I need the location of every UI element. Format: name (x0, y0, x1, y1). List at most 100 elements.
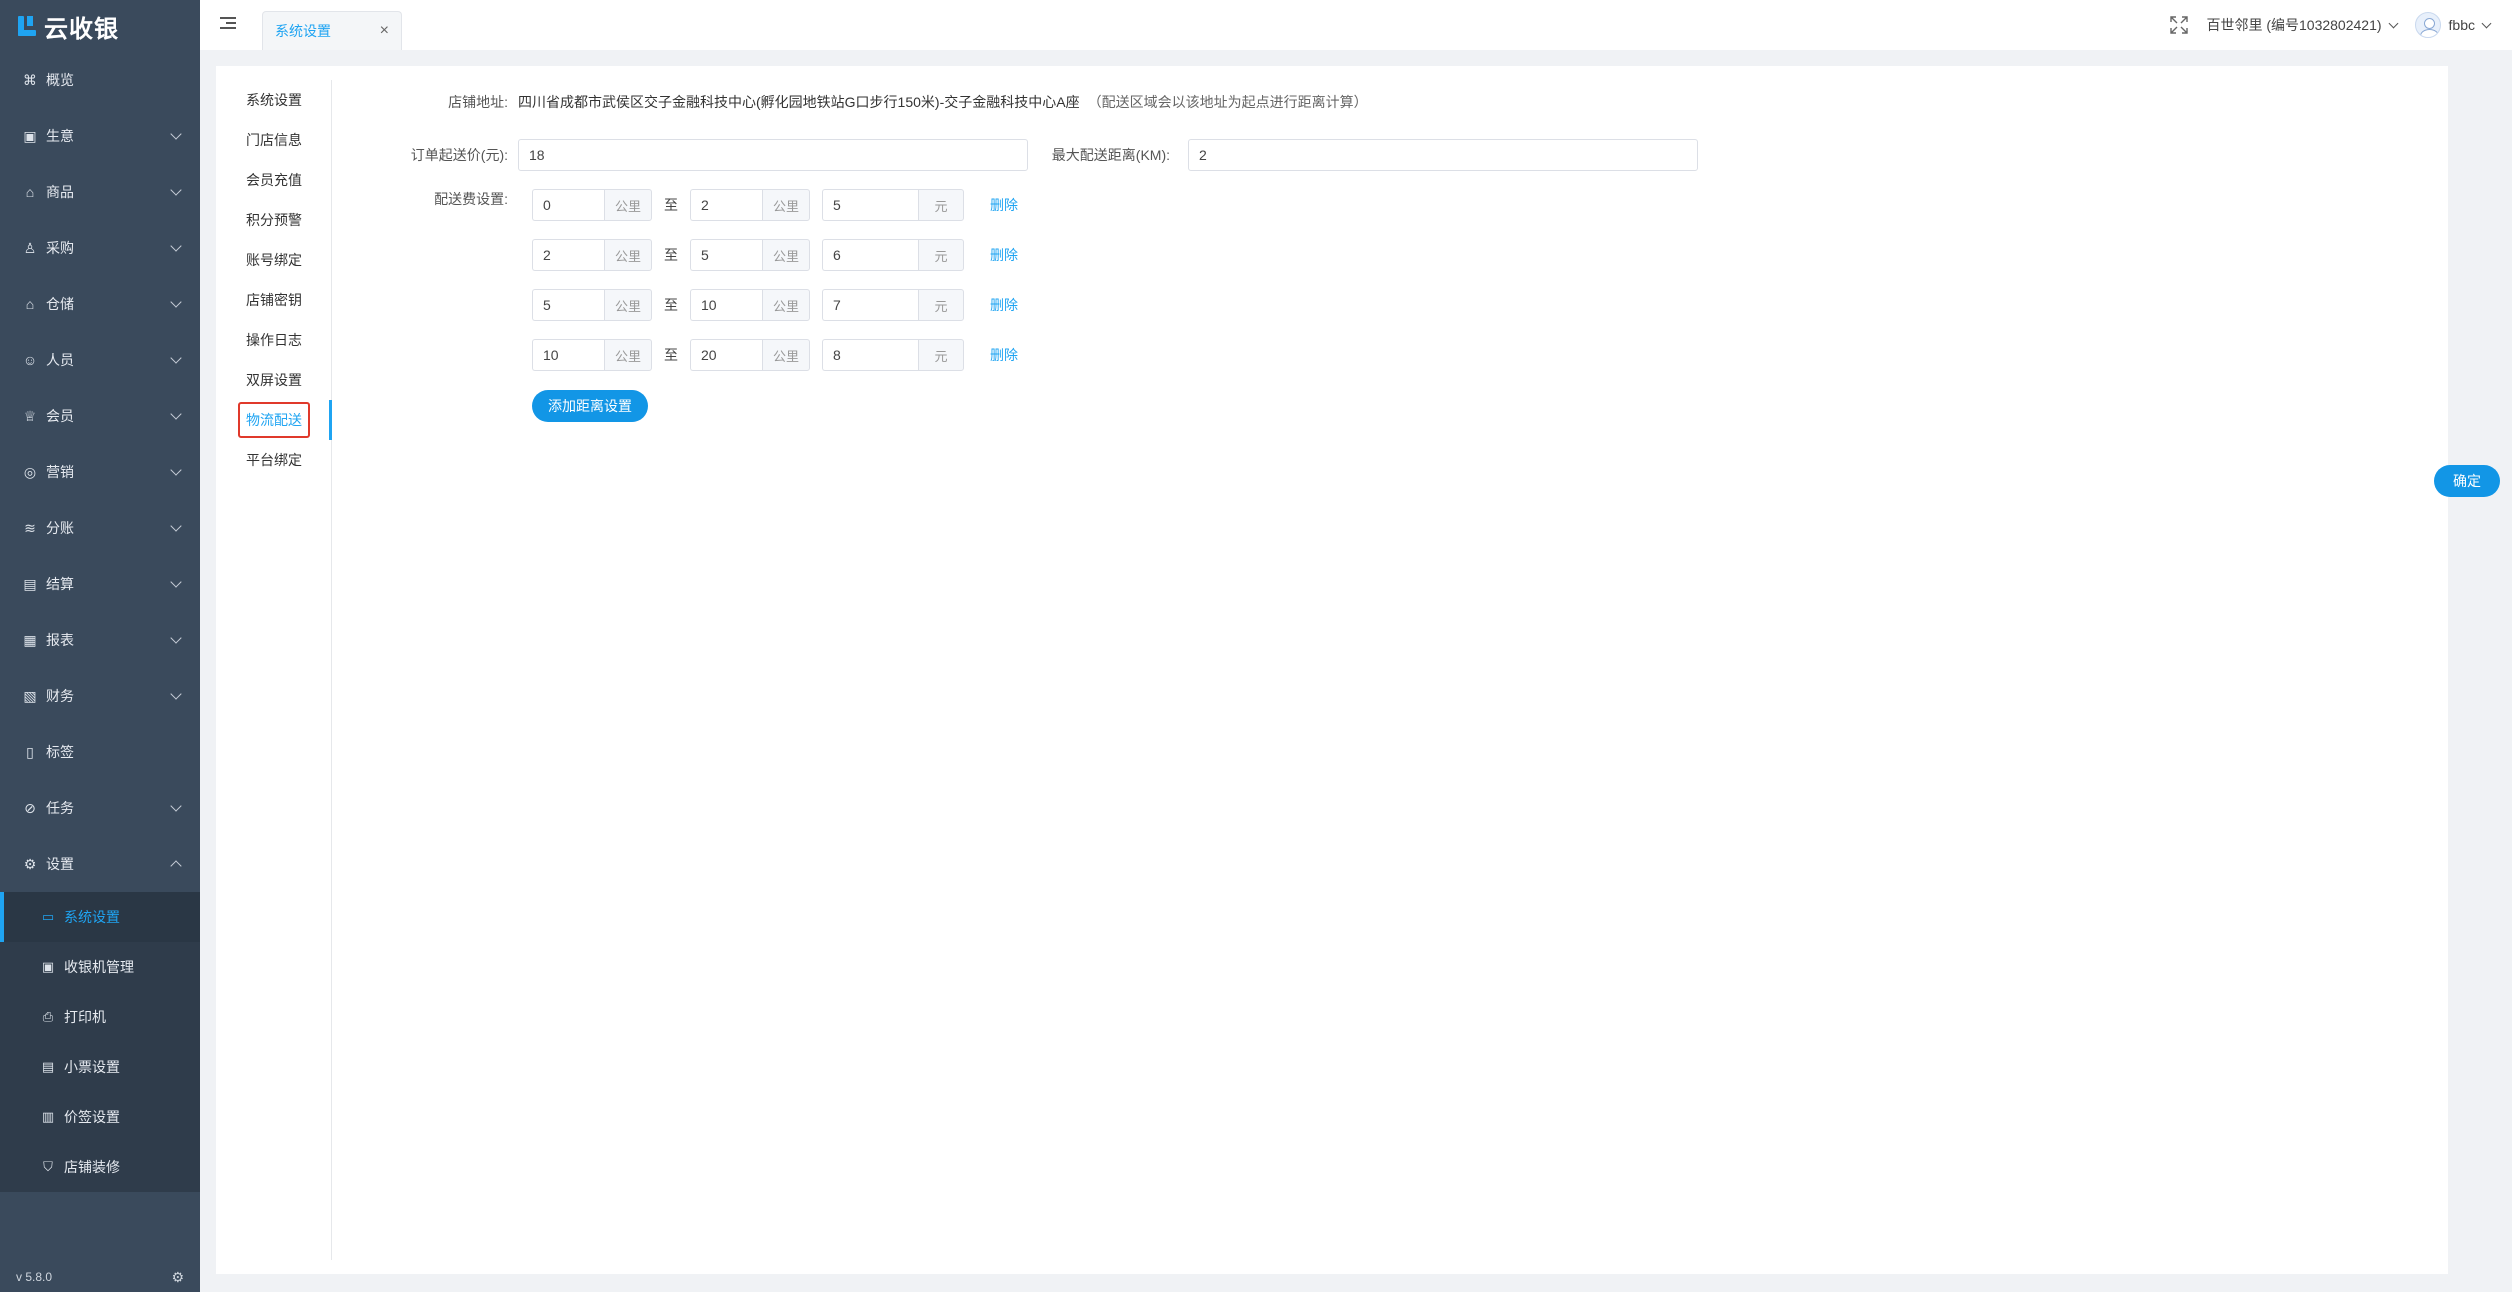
fee-input[interactable]: 8 (822, 339, 918, 371)
confirm-button[interactable]: 确定 (2434, 465, 2500, 497)
sidebar-item-split[interactable]: ≋ 分账 (0, 500, 200, 556)
app-logo[interactable]: 云收银 (0, 0, 200, 52)
sidebar-subitem-monitor[interactable]: ▭ 系统设置 (0, 892, 200, 942)
store-selector[interactable]: 百世邻里 (编号1032802421) (2206, 15, 2398, 35)
delete-link[interactable]: 删除 (990, 245, 1018, 265)
sidebar-item-staff[interactable]: ☺ 人员 (0, 332, 200, 388)
version-text: v 5.8.0 (16, 1270, 53, 1284)
close-icon[interactable]: × (380, 22, 389, 40)
sidebar-item-finance[interactable]: ▧ 财务 (0, 668, 200, 724)
from-km-input[interactable]: 5 (532, 289, 604, 321)
sidebar-item-purchase[interactable]: ♙ 采购 (0, 220, 200, 276)
sidebar-item-goods[interactable]: ⌂ 商品 (0, 164, 200, 220)
main-menu: ⌘ 概览 ▣ 生意 ⌂ 商品 ♙ 采购 ⌂ 仓储 ☺ 人员 ♕ 会员 ◎ 营销 ≋ 分账 ▤ 结算 ▦ 报表 ▧ 财务 ▯ 标签 ⊘… (0, 52, 200, 1192)
delete-link[interactable]: 删除 (990, 195, 1018, 215)
fee-field[interactable]: 5元 (822, 189, 964, 221)
to-km-input[interactable]: 2 (690, 189, 762, 221)
sidebar-item-business[interactable]: ▣ 生意 (0, 108, 200, 164)
business-icon: ▣ (23, 127, 37, 144)
sidebar-subitem-printer[interactable]: ⎙ 打印机 (0, 992, 200, 1042)
sidebar-item-label: 标签 (46, 744, 74, 760)
settings-sub-nav: 系统设置门店信息会员充值 积分预警 账号绑定店铺密钥操作日志双屏设置物流配送 平台绑定 (216, 80, 332, 1260)
fee-input[interactable]: 7 (822, 289, 918, 321)
menu-collapse-icon[interactable] (220, 17, 236, 31)
sidebar-item-marketing[interactable]: ◎ 营销 (0, 444, 200, 500)
fee-field[interactable]: 7元 (822, 289, 964, 321)
from-km-input[interactable]: 0 (532, 189, 604, 221)
from-km-field[interactable]: 0 公里 (532, 189, 652, 221)
subnav-item[interactable]: 积分预警 (216, 200, 331, 240)
sidebar-item-task[interactable]: ⊘ 任务 (0, 780, 200, 836)
fee-field[interactable]: 8元 (822, 339, 964, 371)
fee-row: 2 公里至 5 公里 6 元删除 (532, 239, 1018, 271)
min-price-input[interactable]: 18 (518, 139, 1028, 171)
tag-icon: ▯ (26, 743, 34, 760)
gear-icon[interactable]: ⚙ (171, 1269, 184, 1286)
chevron-down-icon (170, 240, 182, 252)
km-unit: 公里 (762, 289, 810, 321)
km-unit: 公里 (604, 189, 652, 221)
sidebar-item-tag[interactable]: ▯ 标签 (0, 724, 200, 780)
to-km-field[interactable]: 20 公里 (690, 339, 810, 371)
sidebar-subitem-label: 系统设置 (64, 909, 120, 925)
delete-link[interactable]: 删除 (990, 345, 1018, 365)
subnav-item[interactable]: 门店信息 (216, 120, 331, 160)
fee-input[interactable]: 5 (822, 189, 918, 221)
subnav-item[interactable]: 会员充值 (216, 160, 331, 200)
subnav-item[interactable]: 平台绑定 (216, 440, 331, 480)
sidebar-subitem-decorate[interactable]: ⛉ 店铺装修 (0, 1142, 200, 1192)
sidebar-item-settings[interactable]: ⚙ 设置 (0, 836, 200, 892)
from-km-field[interactable]: 10 公里 (532, 339, 652, 371)
subnav-item-label: 系统设置 (246, 92, 302, 108)
delete-link[interactable]: 删除 (990, 295, 1018, 315)
sidebar: 云收银 ⌘ 概览 ▣ 生意 ⌂ 商品 ♙ 采购 ⌂ 仓储 ☺ 人员 ♕ 会员 ◎ 营销 ≋ 分账 ▤ 结算 ▦ 报表 ▧ 财务… (0, 0, 200, 1292)
sidebar-item-dashboard[interactable]: ⌘ 概览 (0, 52, 200, 108)
sidebar-item-report[interactable]: ▦ 报表 (0, 612, 200, 668)
avatar (2414, 12, 2441, 38)
to-km-input[interactable]: 10 (690, 289, 762, 321)
subnav-item-label: 店铺密钥 (246, 292, 302, 308)
subnav-item[interactable]: 账号绑定 (216, 240, 331, 280)
fullscreen-icon[interactable] (2170, 16, 2189, 34)
tab-system-settings[interactable]: 系统设置 × (262, 11, 402, 50)
address-value: 四川省成都市武侯区交子金融科技中心(孵化园地铁站G口步行150米)-交子金融科技… (518, 94, 1080, 110)
to-km-field[interactable]: 2 公里 (690, 189, 810, 221)
user-menu[interactable]: fbbc (2414, 12, 2492, 38)
sidebar-item-warehouse[interactable]: ⌂ 仓储 (0, 276, 200, 332)
subnav-item-label: 门店信息 (246, 132, 302, 148)
sidebar-subitem-label: 收银机管理 (64, 959, 134, 975)
max-distance-input[interactable]: 2 (1188, 139, 1698, 171)
sidebar-subitem-cashier[interactable]: ▣ 收银机管理 (0, 942, 200, 992)
subnav-item[interactable]: 操作日志 (216, 320, 331, 360)
to-km-input[interactable]: 20 (690, 339, 762, 371)
from-km-input[interactable]: 10 (532, 339, 604, 371)
subnav-item-label: 双屏设置 (246, 372, 302, 388)
sidebar-subitem-receipt[interactable]: ▤ 小票设置 (0, 1042, 200, 1092)
sidebar-item-label: 营销 (46, 464, 74, 480)
decorate-icon: ⛉ (43, 1159, 53, 1174)
km-unit: 公里 (604, 239, 652, 271)
subnav-item[interactable]: 店铺密钥 (216, 280, 331, 320)
subnav-item[interactable]: 双屏设置 (216, 360, 331, 400)
settings-icon: ⚙ (23, 855, 37, 872)
from-km-field[interactable]: 5 公里 (532, 289, 652, 321)
from-km-field[interactable]: 2 公里 (532, 239, 652, 271)
sidebar-item-settlement[interactable]: ▤ 结算 (0, 556, 200, 612)
to-km-field[interactable]: 10 公里 (690, 289, 810, 321)
sidebar-item-member[interactable]: ♕ 会员 (0, 388, 200, 444)
report-icon: ▦ (23, 631, 37, 648)
to-km-field[interactable]: 5 公里 (690, 239, 810, 271)
subnav-item[interactable]: 系统设置 (216, 80, 331, 120)
subnav-item[interactable]: 物流配送 (216, 400, 332, 440)
add-distance-button[interactable]: 添加距离设置 (532, 390, 648, 422)
chevron-down-icon (170, 464, 182, 476)
sidebar-item-label: 采购 (46, 240, 74, 256)
fee-input[interactable]: 6 (822, 239, 918, 271)
sidebar-item-label: 财务 (46, 688, 74, 704)
fee-field[interactable]: 6元 (822, 239, 964, 271)
sidebar-subitem-price-tag[interactable]: ▥ 价签设置 (0, 1092, 200, 1142)
from-km-input[interactable]: 2 (532, 239, 604, 271)
to-km-input[interactable]: 5 (690, 239, 762, 271)
delivery-form: 店铺地址: 四川省成都市武侯区交子金融科技中心(孵化园地铁站G口步行150米)-… (332, 66, 2500, 1274)
sidebar-item-label: 人员 (46, 352, 74, 368)
